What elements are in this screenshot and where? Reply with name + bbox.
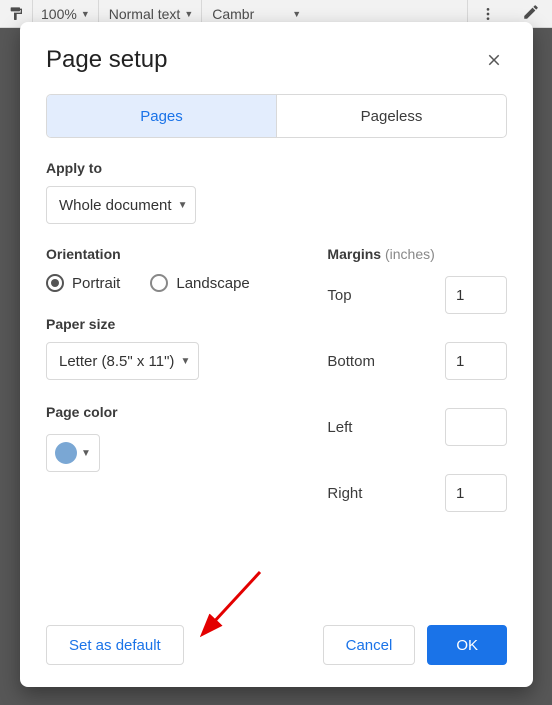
dialog-title: Page setup <box>46 46 167 74</box>
orientation-label: Orientation <box>46 246 297 262</box>
zoom-value: 100% <box>41 6 77 22</box>
dropdown-value: Letter (8.5" x 11") <box>59 353 174 370</box>
chevron-down-icon: ▼ <box>292 9 301 19</box>
button-label: Set as default <box>69 637 161 654</box>
font-value: Cambr <box>212 6 254 22</box>
margin-left-label: Left <box>327 419 352 436</box>
margins-label: Margins (inches) <box>327 246 507 262</box>
more-vertical-icon <box>480 6 496 22</box>
cancel-button[interactable]: Cancel <box>323 625 416 665</box>
margin-left-input[interactable] <box>445 408 507 446</box>
radio-label: Landscape <box>176 275 249 292</box>
apply-to-dropdown[interactable]: Whole document ▼ <box>46 186 196 224</box>
page-setup-dialog: Page setup Pages Pageless Apply to Whole… <box>20 22 533 687</box>
tab-label: Pages <box>140 108 183 125</box>
tab-label: Pageless <box>361 108 423 125</box>
orientation-portrait-radio[interactable]: Portrait <box>46 274 120 292</box>
tab-bar: Pages Pageless <box>46 94 507 138</box>
radio-icon <box>46 274 64 292</box>
close-button[interactable] <box>481 47 507 73</box>
apply-to-label: Apply to <box>46 160 507 176</box>
orientation-landscape-radio[interactable]: Landscape <box>150 274 249 292</box>
ok-button[interactable]: OK <box>427 625 507 665</box>
edit-mode-icon[interactable] <box>510 3 552 24</box>
paper-size-dropdown[interactable]: Letter (8.5" x 11") ▼ <box>46 342 199 380</box>
chevron-down-icon: ▼ <box>81 9 90 19</box>
margin-right-label: Right <box>327 485 362 502</box>
page-color-picker[interactable]: ▼ <box>46 434 100 472</box>
close-icon <box>485 51 503 69</box>
set-default-button[interactable]: Set as default <box>46 625 184 665</box>
margin-top-label: Top <box>327 287 351 304</box>
margin-bottom-input[interactable] <box>445 342 507 380</box>
chevron-down-icon: ▼ <box>184 9 193 19</box>
style-value: Normal text <box>109 6 181 22</box>
paper-size-label: Paper size <box>46 316 297 332</box>
radio-label: Portrait <box>72 275 120 292</box>
chevron-down-icon: ▼ <box>178 200 188 211</box>
margin-right-input[interactable] <box>445 474 507 512</box>
chevron-down-icon: ▼ <box>81 448 91 459</box>
color-swatch-icon <box>55 442 77 464</box>
dropdown-value: Whole document <box>59 197 172 214</box>
paint-format-icon <box>8 6 24 22</box>
tab-pageless[interactable]: Pageless <box>276 95 506 137</box>
radio-icon <box>150 274 168 292</box>
margin-bottom-label: Bottom <box>327 353 375 370</box>
button-label: OK <box>456 637 478 654</box>
chevron-down-icon: ▼ <box>180 356 190 367</box>
margin-top-input[interactable] <box>445 276 507 314</box>
page-color-label: Page color <box>46 404 297 420</box>
tab-pages[interactable]: Pages <box>47 95 276 137</box>
button-label: Cancel <box>346 637 393 654</box>
